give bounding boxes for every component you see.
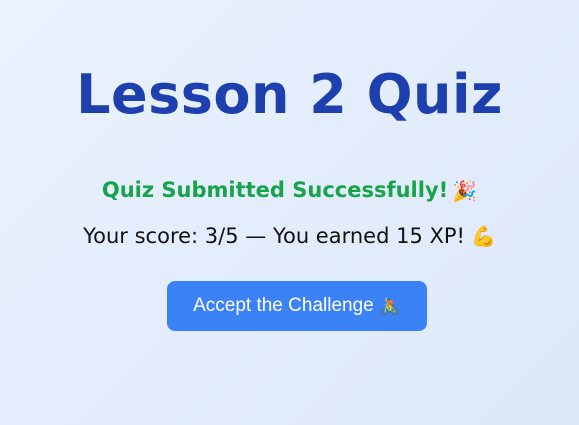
score-text: Your score: 3/5 — You earned 15 XP!: [83, 224, 465, 248]
quiz-result-page: Lesson 2 Quiz Quiz Submitted Successfull…: [0, 0, 579, 425]
success-message-text: Quiz Submitted Successfully!: [101, 178, 449, 202]
success-message: Quiz Submitted Successfully! 🎉: [0, 176, 579, 204]
page-title: Lesson 2 Quiz: [76, 63, 503, 126]
party-popper-icon: 🎉: [452, 179, 478, 203]
flexed-biceps-icon: 💪: [470, 224, 496, 248]
accept-challenge-label: Accept the Challenge: [193, 295, 374, 316]
score-summary: Your score: 3/5 — You earned 15 XP! 💪: [0, 222, 579, 250]
accept-challenge-button[interactable]: Accept the Challenge 🚴: [167, 281, 427, 331]
cyclist-icon: 🚴: [379, 297, 401, 316]
